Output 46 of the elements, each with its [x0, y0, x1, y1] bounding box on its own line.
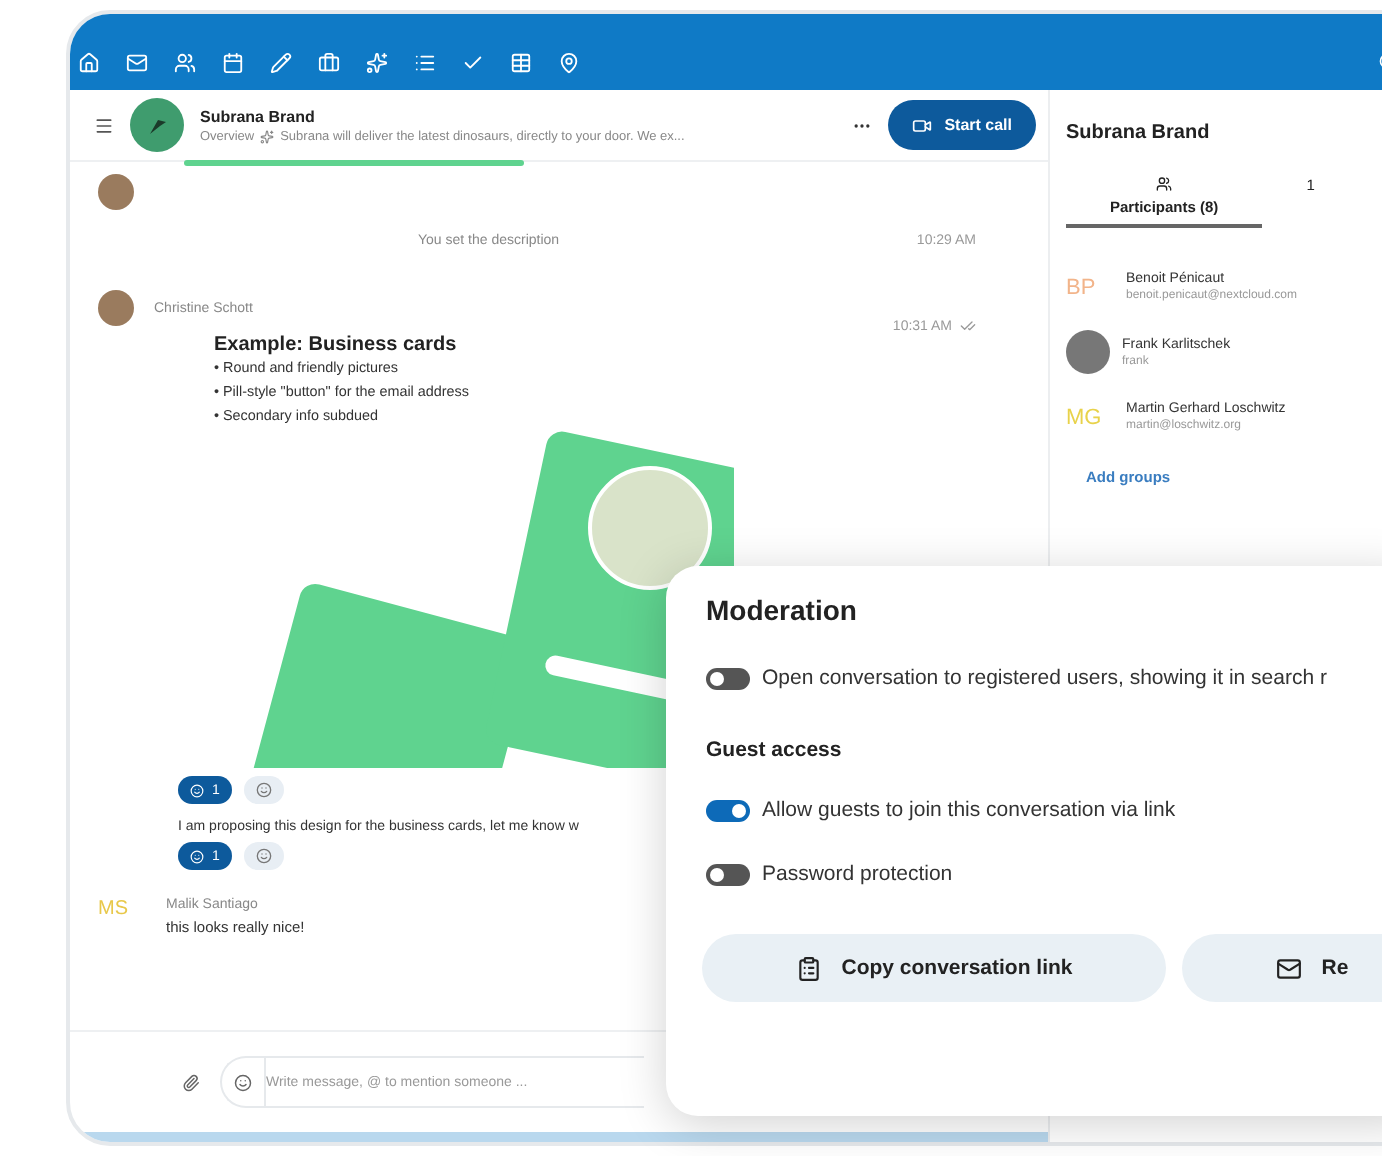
smiley-icon	[234, 1073, 252, 1091]
toggle-switch[interactable]	[706, 667, 750, 689]
message-title: Example: Business cards	[214, 334, 459, 356]
clipboard-icon	[795, 955, 822, 981]
conversation-name: Subrana Brand	[200, 107, 317, 125]
conversation-avatar	[130, 98, 184, 152]
copy-link-button[interactable]: Copy conversation link	[702, 934, 1166, 1002]
sparkle-icon	[260, 129, 275, 143]
sidebar-title: Subrana Brand	[1066, 122, 1212, 144]
avatar	[98, 290, 134, 326]
email-button[interactable]: Re	[1182, 934, 1382, 1002]
home-icon[interactable]	[78, 51, 100, 73]
mail-icon[interactable]	[126, 51, 148, 73]
toggle-label: Allow guests to join this conversation via link	[762, 798, 1176, 822]
sparkle-icon[interactable]	[366, 51, 388, 73]
check-icon[interactable]	[462, 51, 484, 73]
table-icon[interactable]	[510, 51, 532, 73]
start-call-button[interactable]: Start call	[888, 100, 1036, 150]
menu-icon[interactable]	[94, 115, 114, 135]
pencil-icon[interactable]	[270, 51, 292, 73]
people-icon	[1156, 176, 1173, 192]
briefcase-icon[interactable]	[318, 51, 340, 73]
panel-title: Moderation	[706, 594, 859, 626]
envelope-icon	[1275, 955, 1302, 981]
smiley-icon	[255, 848, 272, 864]
toggle-switch[interactable]	[706, 863, 750, 885]
avatar	[1066, 330, 1110, 374]
pin-icon[interactable]	[558, 51, 580, 73]
video-camera-icon	[912, 115, 933, 135]
section-title: Guest access	[706, 738, 844, 762]
calendar-icon[interactable]	[222, 51, 244, 73]
list-icon[interactable]	[414, 51, 436, 73]
avatar-initials: MG	[1066, 405, 1104, 429]
avatar	[98, 174, 134, 210]
avatar-initials: BP	[1066, 275, 1098, 299]
add-reaction-button[interactable]	[243, 842, 284, 870]
smiley-icon	[255, 782, 272, 798]
attach-icon[interactable]	[182, 1073, 200, 1091]
contacts-icon[interactable]	[174, 51, 196, 73]
emoji-icon	[190, 783, 204, 797]
emoji-icon	[190, 849, 204, 863]
toggle-switch[interactable]	[706, 799, 750, 821]
toggle-label: Open conversation to registered users, showing it in search r	[762, 666, 1327, 690]
avatar-initials: MS	[98, 898, 130, 920]
toggle-label: Password protection	[762, 862, 953, 886]
add-reaction-button[interactable]	[243, 776, 284, 804]
